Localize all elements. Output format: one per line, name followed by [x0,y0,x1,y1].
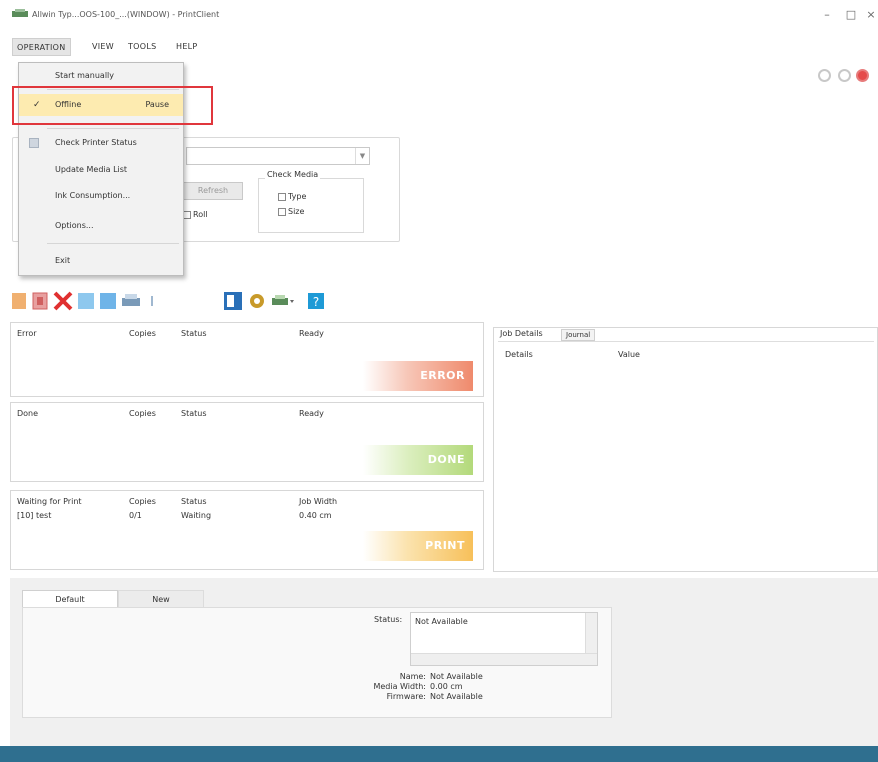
menu-separator [47,128,179,129]
update-media-list-label: Update Media List [55,165,128,174]
tab-default[interactable]: Default [22,590,118,608]
menu-item-update-media-list[interactable]: Update Media List [19,159,183,181]
tab-new[interactable]: New [118,590,204,608]
media-width-value: 0.00 cm [430,682,463,691]
job-name-cell: [10] test [17,511,52,520]
menu-tools[interactable]: TOOLS [124,38,161,56]
move-down-icon[interactable] [98,290,118,312]
check-media-title: Check Media [265,170,321,179]
job-width-cell: 0.40 cm [299,511,332,520]
column-header: Copies [129,329,156,338]
done-badge: DONE [363,445,473,475]
layout-icon[interactable] [222,290,244,312]
menu-help[interactable]: HELP [172,38,202,56]
checkbox-icon[interactable] [183,210,191,219]
job-copies-cell: 0/1 [129,511,142,520]
menu-item-options[interactable]: Options... [19,215,183,237]
printer-status-icon [29,138,39,148]
size-label: Size [288,207,305,216]
roll-checkbox[interactable]: Roll [183,210,208,219]
status-light-2 [838,69,851,82]
job-status-cell: Waiting [181,511,212,520]
menu-item-check-printer-status[interactable]: Check Printer Status [19,132,183,154]
chevron-down-icon[interactable]: ▼ [355,148,369,164]
name-label: Name: [399,672,426,681]
column-header: Error [17,329,37,338]
status-light-1 [818,69,831,82]
column-header: Copies [129,497,156,506]
menu-operation[interactable]: OPERATION [12,38,71,56]
roll-label: Roll [193,210,208,219]
firmware-value: Not Available [430,692,483,701]
check-media-group [258,178,364,233]
highlight-annotation [12,86,213,125]
size-checkbox[interactable]: Size [278,207,304,217]
job-details-panel [493,327,878,572]
close-button[interactable]: × [862,6,878,24]
help-icon[interactable]: ? [306,290,326,312]
column-header: Status [181,497,207,506]
done-queue-panel: Done Copies Status Ready DONE [10,402,484,482]
column-header: Status [181,409,207,418]
exit-label: Exit [55,256,71,265]
column-header: Ready [299,409,324,418]
checkbox-icon[interactable] [278,192,286,201]
ink-consumption-label: Ink Consumption... [55,191,131,200]
status-value: Not Available [415,617,468,626]
column-header: Status [181,329,207,338]
error-badge: ERROR [363,361,473,391]
move-up-icon[interactable] [76,290,96,312]
column-header: Done [17,409,39,418]
column-header-value: Value [618,350,640,359]
printer-icon[interactable] [120,290,142,312]
menu-view[interactable]: VIEW [88,38,118,56]
window-title: Allwin Typ...OOS-100_...(WINDOW) - Print… [32,10,220,19]
type-checkbox[interactable]: Type [278,192,306,202]
column-header-details: Details [505,350,533,359]
firmware-label: Firmware: [386,692,426,701]
delete-icon[interactable] [52,290,74,312]
tab-job-details[interactable]: Job Details [500,329,543,338]
media-width-label: Media Width: [373,682,426,691]
status-strip [0,746,878,762]
waiting-queue-panel: Waiting for Print Copies Status Job Widt… [10,490,484,570]
printer-select-icon[interactable] [270,290,296,312]
start-manually-label: Start manually [55,71,115,80]
tab-journal[interactable]: Journal [561,329,596,341]
type-label: Type [288,192,307,201]
menu-separator [47,243,179,244]
printer-select[interactable]: ▼ [186,147,370,165]
menu-item-ink-consumption[interactable]: Ink Consumption... [19,185,183,207]
status-label: Status: [374,615,403,624]
column-header: Job Width [299,497,338,506]
app-icon [12,9,28,17]
column-header: Ready [299,329,324,338]
menu-item-start-manually[interactable]: Start manually [19,65,183,87]
check-printer-status-label: Check Printer Status [55,138,137,147]
vertical-scrollbar[interactable] [585,613,597,653]
svg-text:?: ? [313,295,319,309]
divider [498,341,874,342]
column-header: Waiting for Print [17,497,82,506]
print-badge: PRINT [363,531,473,561]
status-light-error [856,69,869,82]
refresh-button[interactable]: Refresh [183,182,243,200]
start-icon[interactable] [10,290,28,312]
table-row[interactable]: [10] test 0/1 Waiting 0.40 cm [11,511,483,525]
error-queue-panel: Error Copies Status Ready ERROR [10,322,484,397]
stop-icon[interactable] [30,290,50,312]
settings-gear-icon[interactable] [246,290,268,312]
options-label: Options... [55,221,94,230]
maximize-button[interactable]: □ [842,6,860,24]
horizontal-scrollbar[interactable] [411,653,597,665]
minimize-button[interactable]: – [818,6,836,24]
column-header: Copies [129,409,156,418]
name-value: Not Available [430,672,483,681]
title-bar: Allwin Typ...OOS-100_...(WINDOW) - Print… [0,0,878,30]
info-icon[interactable] [146,290,158,312]
menu-item-exit[interactable]: Exit [19,250,183,272]
checkbox-icon[interactable] [278,207,286,216]
